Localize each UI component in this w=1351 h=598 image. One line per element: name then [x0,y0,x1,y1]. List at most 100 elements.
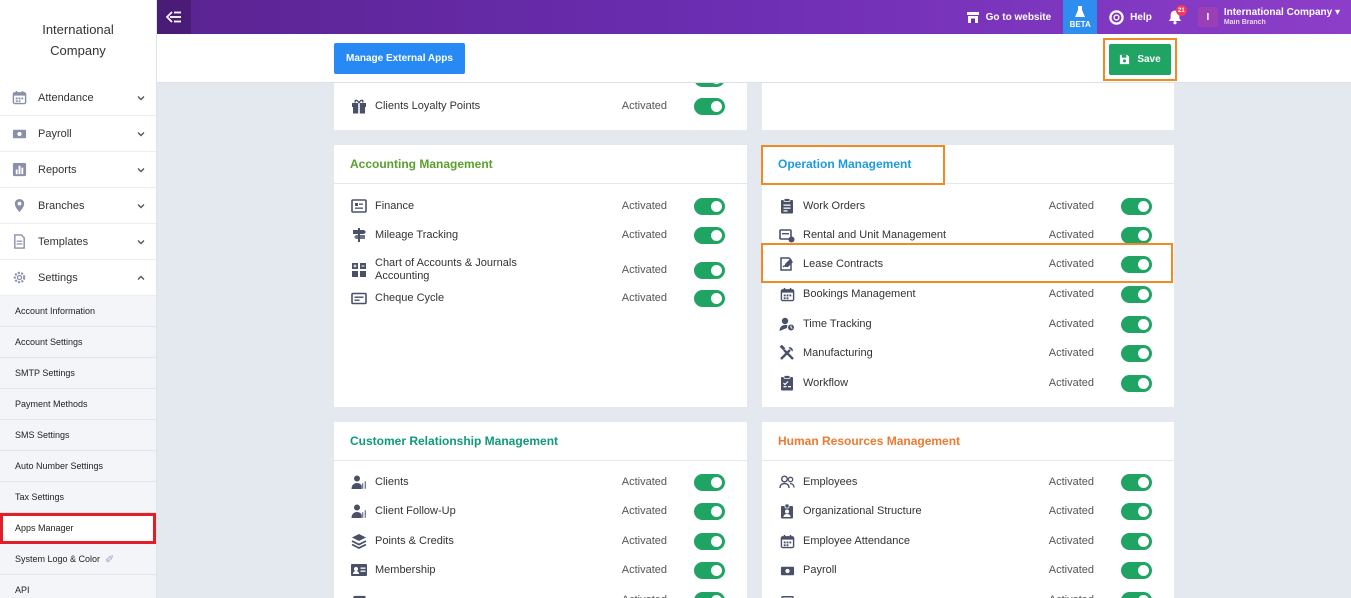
sidebar-item-label: Branches [38,199,85,212]
gear-icon [11,270,27,286]
status-text: Activated [1048,288,1094,300]
submenu-smtp-settings[interactable]: SMTP Settings [0,358,156,389]
app-label: Lease Contracts [803,257,884,270]
toggle-switch[interactable] [1121,345,1152,362]
sidebar: International Company Attendance Payroll … [0,0,157,598]
status-text: Activated [1048,505,1094,517]
submenu-apps-manager[interactable]: Apps Manager [0,513,156,544]
toggle-switch[interactable] [1121,474,1152,491]
manage-external-apps-button[interactable]: Manage External Apps [334,43,465,74]
help-label: Help [1130,11,1152,23]
toggle-switch[interactable] [1121,592,1152,598]
toggle-switch[interactable] [694,262,725,279]
toggle-switch[interactable] [694,533,725,550]
app-row-employee-attendance: Employee Attendance Activated [778,530,1154,552]
status-text: Activated [621,264,667,276]
toggle-switch[interactable] [1121,316,1152,333]
rental-icon [778,226,796,244]
card-customer-relationship-management: Customer Relationship Management Clients… [334,422,747,598]
calendar-icon [11,90,27,106]
status-text: Activated [621,100,667,112]
app-row-time-tracking: Time Tracking Activated [778,313,1154,335]
app-label: Mileage Tracking [375,228,459,241]
submenu-account-information[interactable]: Account Information [0,296,156,327]
toggle-switch[interactable] [1121,562,1152,579]
floppy-disk-icon [1120,54,1130,65]
app-row-payroll: Payroll Activated [778,559,1154,581]
sidebar-item-reports[interactable]: Reports [0,152,156,188]
avatar: I [1197,7,1218,27]
toggle-switch[interactable] [1121,256,1152,273]
app-label: Chart of Accounts & Journals Accounting [375,257,517,282]
topbar-actions: Go to website BETA Help 21 I Internation… [958,0,1351,34]
card-title: Operation Management [762,145,1174,184]
beta-button[interactable]: BETA [1063,0,1098,34]
toggle-switch[interactable] [694,98,725,115]
sidebar-item-payroll[interactable]: Payroll [0,116,156,152]
settings-submenu: Account Information Account Settings SMT… [0,296,156,598]
app-row-mileage-tracking: Mileage Tracking Activated [350,224,727,246]
store-icon [966,11,979,23]
go-to-website-link[interactable]: Go to website [958,0,1060,34]
submenu-api[interactable]: API [0,575,156,598]
toggle-switch[interactable] [1121,286,1152,303]
toggle-switch[interactable] [694,227,725,244]
toggle-switch[interactable] [694,592,725,598]
status-text: Activated [1048,564,1094,576]
calendar-icon [778,285,796,303]
submenu-sms-settings[interactable]: SMS Settings [0,420,156,451]
app-row-rental-unit-management: Rental and Unit Management Activated [778,224,1154,246]
app-row-membership: Membership Activated [350,559,727,581]
toggle-switch[interactable] [694,562,725,579]
notifications-badge: 21 [1175,5,1187,16]
caret-down-icon: ▾ [1334,7,1340,18]
account-name: International Company ▾ [1224,7,1340,18]
chevron-down-icon [137,240,145,245]
app-row-finance: Finance Activated [350,195,727,217]
help-button[interactable]: Help [1101,0,1160,34]
app-row-clients-loyalty-points: Clients Loyalty Points Activated [350,95,727,117]
sidebar-item-label: Templates [38,235,89,248]
app-label: Employees [803,475,858,488]
save-button[interactable]: Save [1109,44,1171,75]
submenu-account-settings[interactable]: Account Settings [0,327,156,358]
sidebar-item-branches[interactable]: Branches [0,188,156,224]
status-text: Activated [621,229,667,241]
status-text: Activated [1048,347,1094,359]
toggle-switch[interactable] [694,474,725,491]
sidebar-item-templates[interactable]: Templates [0,224,156,260]
sidebar-item-attendance[interactable]: Attendance [0,80,156,116]
collapse-menu-button[interactable] [157,0,191,34]
company-name-line1: International [42,22,114,37]
toggle-switch[interactable] [1121,227,1152,244]
layers-icon [350,532,368,550]
user-chart-icon [350,502,368,520]
chevron-down-icon [137,96,145,101]
toggle-switch[interactable] [694,290,725,307]
toggle-switch[interactable] [1121,533,1152,550]
document-icon [11,234,27,250]
status-text: Activated [1048,200,1094,212]
toggle-switch[interactable] [694,198,725,215]
toggle-switch[interactable] [1121,503,1152,520]
submenu-payment-methods[interactable]: Payment Methods [0,389,156,420]
clipboard-icon [778,197,796,215]
company-name-line2: Company [50,43,106,58]
sidebar-item-settings[interactable]: Settings [0,260,156,296]
status-text: Activated [1048,318,1094,330]
notifications-button[interactable]: 21 [1160,0,1190,34]
app-row-points-credits: Points & Credits Activated [350,530,727,552]
submenu-tax-settings[interactable]: Tax Settings [0,482,156,513]
submenu-auto-number-settings[interactable]: Auto Number Settings [0,451,156,482]
account-menu[interactable]: I International Company ▾ Main Branch [1190,0,1351,34]
submenu-system-logo-color[interactable]: System Logo & Color ✐ [0,544,156,575]
save-label: Save [1137,54,1161,65]
app-label: Cheque Cycle [375,291,445,304]
app-row-partial: Activated [350,589,727,598]
toggle-switch[interactable] [1121,198,1152,215]
calendar-icon [778,532,796,550]
action-bar: Manage External Apps Save [157,34,1351,83]
toggle-switch[interactable] [694,503,725,520]
status-text: Activated [1048,229,1094,241]
toggle-switch[interactable] [1121,375,1152,392]
